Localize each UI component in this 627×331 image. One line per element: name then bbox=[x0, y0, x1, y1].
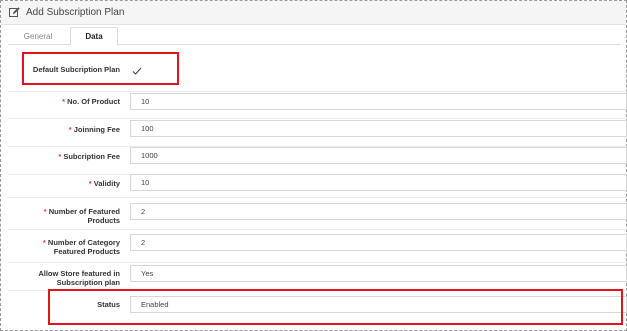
subscription-fee-input[interactable]: 1000 bbox=[130, 147, 627, 164]
row-no-of-product: * No. Of Product 10 bbox=[8, 92, 627, 119]
panel-title: Add Subscription Plan bbox=[26, 7, 125, 18]
joining-fee-label: * Joinning Fee bbox=[68, 125, 120, 134]
no-of-product-input[interactable]: 10 bbox=[130, 93, 627, 110]
featured-products-label: * Number of Featured Products bbox=[43, 207, 120, 225]
featured-products-input[interactable]: 2 bbox=[130, 203, 627, 220]
allow-store-featured-select[interactable]: Yes bbox=[130, 265, 627, 282]
highlight-box-status bbox=[48, 289, 623, 325]
row-joining-fee: * Joinning Fee 100 bbox=[8, 119, 627, 147]
tab-general[interactable]: General bbox=[8, 27, 68, 46]
row-validity: * Validity 10 bbox=[8, 174, 627, 198]
pencil-square-icon bbox=[9, 7, 20, 18]
highlight-box-default-plan bbox=[22, 52, 179, 85]
row-subscription-fee: * Subcription Fee 1000 bbox=[8, 147, 627, 175]
category-featured-products-input[interactable]: 2 bbox=[130, 234, 627, 251]
row-featured-products: * Number of Featured Products 2 bbox=[8, 198, 627, 230]
tab-data[interactable]: Data bbox=[70, 27, 118, 46]
panel-heading: Add Subscription Plan bbox=[1, 1, 626, 25]
row-category-featured-products: * Number of Category Featured Products 2 bbox=[8, 230, 627, 263]
joining-fee-input[interactable]: 100 bbox=[130, 120, 627, 137]
validity-label: * Validity bbox=[88, 179, 120, 188]
tab-bar: General Data bbox=[8, 25, 620, 46]
no-of-product-label: * No. Of Product bbox=[62, 97, 120, 106]
row-allow-store-featured: Allow Store featured in Subscription pla… bbox=[8, 263, 627, 291]
validity-input[interactable]: 10 bbox=[130, 174, 627, 191]
subscription-fee-label: * Subcription Fee bbox=[58, 152, 120, 161]
allow-store-featured-label: Allow Store featured in Subscription pla… bbox=[38, 269, 120, 287]
category-featured-products-label: * Number of Category Featured Products bbox=[42, 238, 120, 256]
